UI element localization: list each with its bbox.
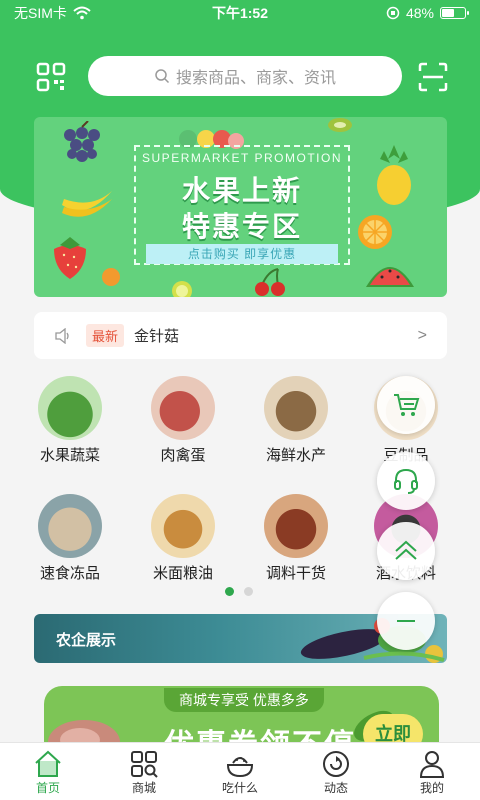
status-bar: 无SIM卡 下午1:52 48%: [0, 0, 480, 26]
category-item[interactable]: 肉禽蛋: [133, 376, 233, 465]
category-label: 海鲜水产: [265, 447, 326, 464]
food-bowl-icon: [226, 757, 254, 778]
home-icon: [35, 750, 61, 777]
notice-badge: 最新: [86, 324, 125, 347]
banana-icon: [62, 191, 112, 217]
tab-what-to-eat[interactable]: 吃什么: [192, 743, 288, 800]
grapes-icon: [64, 121, 100, 162]
category-image: [264, 376, 328, 440]
category-label: 米面粮油: [152, 565, 213, 582]
orange-icon: [102, 268, 120, 286]
notice-arrow-icon: >: [417, 326, 427, 344]
citrus-slice-icon: [358, 215, 392, 249]
category-item[interactable]: 米面粮油: [133, 494, 233, 583]
grid-search-icon: [131, 751, 158, 778]
double-chevron-up-icon: [395, 540, 417, 560]
tab-feed[interactable]: 动态: [288, 743, 384, 800]
search-icon: [155, 69, 170, 84]
collapse-button[interactable]: [377, 592, 435, 650]
promo-title: 商城专享受 优惠多多: [164, 688, 324, 712]
search-input[interactable]: 搜索商品、商家、资讯: [88, 56, 402, 96]
agri-banner-label: 农企展示: [56, 632, 117, 649]
banner-english-text: SUPERMARKET PROMOTION: [142, 151, 342, 165]
wifi-icon: [73, 6, 91, 20]
kiwi-icon: [328, 118, 352, 132]
category-image: [151, 494, 215, 558]
carrier-text: 无SIM卡: [14, 5, 67, 21]
category-image: [264, 494, 328, 558]
battery-fill: [442, 9, 454, 17]
strawberry-icon: [54, 237, 86, 279]
tab-label: 首页: [35, 781, 60, 795]
scan-icon[interactable]: [418, 62, 448, 92]
notice-text: 金针菇: [134, 328, 180, 345]
search-placeholder: 搜索商品、商家、资讯: [175, 70, 336, 87]
minus-icon: [397, 620, 415, 622]
category-item[interactable]: 调料干货: [246, 494, 346, 583]
pager-dots: [225, 587, 253, 596]
category-image: [151, 376, 215, 440]
promo-banner[interactable]: SUPERMARKET PROMOTION 水果上新 特惠专区 点击购买 即享优…: [34, 117, 447, 297]
category-label: 水果蔬菜: [39, 447, 100, 464]
customer-service-button[interactable]: [377, 452, 435, 510]
category-image: [38, 376, 102, 440]
watermelon-icon: [366, 267, 414, 287]
refresh-icon: [323, 751, 349, 777]
pager-dot[interactable]: [225, 587, 234, 596]
orientation-lock-icon: [386, 6, 400, 20]
battery-percent: 48%: [405, 5, 434, 21]
cart-icon: [394, 394, 420, 416]
tab-label: 我的: [419, 781, 444, 795]
top-toolbar: 搜索商品、商家、资讯: [0, 54, 480, 98]
headset-icon: [394, 468, 418, 494]
battery-icon: [440, 7, 469, 19]
notice-bar[interactable]: 最新 金针菇 >: [34, 312, 447, 359]
banner-cta[interactable]: 点击购买 即享优惠: [146, 244, 338, 264]
category-label: 速食冻品: [39, 565, 100, 582]
bottom-tab-bar: 首页 商城 吃什么 动态 我的: [0, 742, 480, 800]
category-label: 肉禽蛋: [160, 447, 206, 464]
banner-title-line2: 特惠专区: [181, 211, 302, 242]
user-icon: [419, 751, 445, 778]
back-to-top-button[interactable]: [377, 522, 435, 580]
tab-profile[interactable]: 我的: [384, 743, 480, 800]
pager-dot[interactable]: [244, 587, 253, 596]
category-item[interactable]: 海鲜水产: [246, 376, 346, 465]
cart-button[interactable]: [377, 376, 435, 434]
tab-home[interactable]: 首页: [0, 743, 96, 800]
category-item[interactable]: 水果蔬菜: [20, 376, 120, 465]
cherry-icon: [255, 268, 285, 296]
lime-icon: [172, 281, 192, 297]
category-item[interactable]: 速食冻品: [20, 494, 120, 583]
qr-code-icon[interactable]: [36, 62, 66, 92]
tab-label: 吃什么: [221, 781, 258, 795]
tab-label: 商城: [131, 781, 156, 795]
pineapple-icon: [377, 145, 411, 205]
category-label: 调料干货: [265, 565, 326, 582]
speaker-icon: [55, 327, 69, 344]
banner-title-line1: 水果上新: [181, 175, 302, 206]
tab-mall[interactable]: 商城: [96, 743, 192, 800]
tab-label: 动态: [323, 781, 348, 795]
category-image: [38, 494, 102, 558]
